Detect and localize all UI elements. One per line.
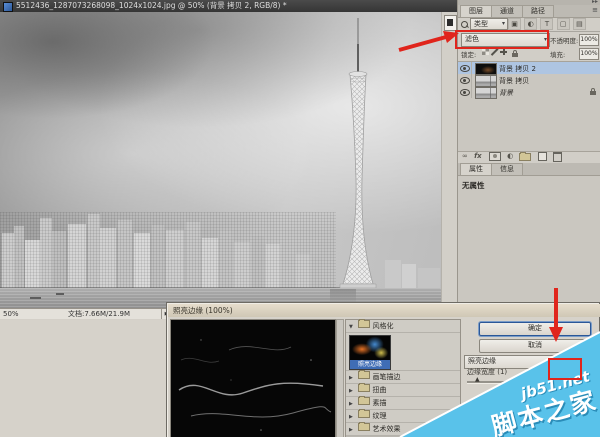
lock-all-icon[interactable]: [512, 53, 518, 57]
doc-size-field: 文档:7.66M/21.9M: [37, 309, 162, 319]
filter-shape-icon[interactable]: ▢: [557, 18, 570, 30]
thumbnail-caption: 照亮边缘: [350, 360, 390, 369]
image-canvas[interactable]: [0, 12, 441, 308]
filter-image-icon[interactable]: ▣: [508, 18, 521, 30]
layers-panel-footer: ∞ fx ◐: [458, 150, 600, 164]
folder-icon: [358, 397, 370, 405]
visibility-toggle[interactable]: [458, 74, 472, 86]
photoshop-window: 5512436_1287073268098_1024x1024.jpg @ 50…: [0, 0, 600, 437]
zoom-field[interactable]: 50%: [0, 309, 40, 319]
folder-icon: [358, 410, 370, 418]
lock-position-icon[interactable]: [500, 48, 507, 55]
filter-adjustment-icon[interactable]: ◐: [524, 18, 537, 30]
delete-layer-icon[interactable]: [553, 152, 562, 162]
opacity-value[interactable]: 100%: [579, 34, 599, 46]
tab-channels[interactable]: 通道: [491, 5, 523, 17]
document-title: 5512436_1287073268098_1024x1024.jpg @ 50…: [16, 0, 287, 12]
edge-width-slider[interactable]: ▲: [467, 381, 533, 384]
folder-icon: [358, 384, 370, 392]
edge-width-value[interactable]: [553, 364, 578, 377]
layer-filter-row: 类型 ▾ ▣ ◐ T ▢ ▤: [458, 17, 600, 32]
glowing-edges-dialog: 照亮边缘 (100%) ▼ 风格化 照亮边缘: [166, 302, 600, 437]
lock-label: 锁定:: [461, 49, 476, 59]
chevron-right-icon: ▶: [349, 398, 356, 410]
lock-pixels-icon[interactable]: [491, 48, 498, 55]
collapsed-panel-icon[interactable]: [444, 15, 457, 31]
new-layer-icon[interactable]: [538, 152, 547, 161]
boat: [56, 293, 64, 295]
blend-mode-select[interactable]: 滤色 ▾: [461, 33, 550, 47]
chevron-down-icon: ▼: [349, 321, 356, 333]
tab-layers[interactable]: 图层: [460, 5, 492, 17]
fill-label: 填充:: [550, 49, 565, 59]
stylize-items: 照亮边缘: [346, 333, 460, 371]
fill-value[interactable]: 100%: [579, 48, 599, 60]
chevron-down-icon: ▾: [544, 34, 547, 45]
layer-row-bg-copy[interactable]: 背景 拷贝: [458, 74, 600, 86]
visibility-toggle[interactable]: [458, 62, 472, 74]
boat: [30, 297, 41, 299]
glowing-edges-thumbnail[interactable]: 照亮边缘: [349, 335, 391, 370]
link-layers-icon[interactable]: ∞: [462, 150, 468, 162]
layer-name[interactable]: 背景 拷贝: [499, 76, 529, 86]
layer-row-background[interactable]: 背景: [458, 86, 600, 98]
folder-icon: [358, 320, 370, 328]
filter-smart-icon[interactable]: ▤: [573, 18, 586, 30]
panel-menu-icon[interactable]: ≡: [592, 6, 598, 14]
properties-panel-tabs: 属性 信息: [458, 163, 600, 176]
eye-icon: [460, 77, 470, 84]
category-artistic[interactable]: ▶ 艺术效果: [346, 423, 460, 436]
visibility-toggle[interactable]: [458, 86, 472, 98]
layer-list: 背景 拷贝 2 背景 拷贝 背景: [458, 61, 600, 152]
adjustment-layer-icon[interactable]: ◐: [507, 150, 513, 162]
dialog-titlebar[interactable]: 照亮边缘 (100%): [168, 304, 600, 317]
slider-handle-icon[interactable]: ▲: [475, 376, 480, 383]
eye-icon: [460, 89, 470, 96]
cancel-button[interactable]: 取消: [479, 339, 591, 353]
folder-icon: [358, 423, 370, 431]
lock-transparency-icon[interactable]: [482, 48, 489, 55]
canton-tower: [312, 14, 404, 290]
edge-width-label: 边缘宽度 (1): [467, 367, 507, 377]
chevron-right-icon: ▶: [349, 424, 356, 436]
thumbnail-image: [350, 336, 390, 360]
filter-preview[interactable]: [170, 319, 336, 437]
opacity-label: 不透明度:: [550, 35, 578, 45]
filter-category-list: ▼ 风格化 照亮边缘 ▶ 画笔描边 ▶ 扭曲 ▶: [345, 319, 461, 437]
preview-scrollbar[interactable]: [336, 319, 344, 437]
add-mask-icon[interactable]: [489, 152, 501, 161]
filter-kind-select[interactable]: 类型 ▾: [470, 18, 508, 30]
tab-info[interactable]: 信息: [491, 163, 523, 175]
layer-name[interactable]: 背景: [499, 88, 513, 98]
filter-type-icon[interactable]: T: [540, 18, 553, 30]
filter-type-icons: ▣ ◐ T ▢ ▤: [508, 18, 587, 30]
new-group-icon[interactable]: [519, 153, 531, 161]
lock-icons: [482, 48, 516, 57]
chevron-down-icon: ▾: [502, 19, 505, 29]
layer-thumbnail[interactable]: [475, 87, 497, 99]
chevron-right-icon: ▶: [349, 411, 356, 423]
chevron-right-icon: ▶: [349, 372, 356, 384]
category-stylize[interactable]: ▼ 风格化: [346, 320, 460, 333]
document-icon: [3, 2, 13, 12]
layer-name[interactable]: 背景 拷贝 2: [499, 64, 536, 74]
preview-edges: [171, 320, 335, 437]
tab-paths[interactable]: 路径: [522, 5, 554, 17]
chevron-right-icon: ▶: [349, 385, 356, 397]
ok-button[interactable]: 确定: [479, 322, 591, 336]
eye-icon: [460, 65, 470, 72]
lock-icon: [590, 91, 596, 95]
folder-icon: [358, 371, 370, 379]
tab-properties[interactable]: 属性: [460, 163, 492, 175]
search-icon: [461, 21, 468, 28]
layer-style-icon[interactable]: fx: [474, 150, 482, 162]
document-titlebar[interactable]: 5512436_1287073268098_1024x1024.jpg @ 50…: [0, 0, 457, 12]
layer-row-bg-copy2[interactable]: 背景 拷贝 2: [458, 62, 600, 74]
no-properties-text: 无属性: [458, 176, 600, 195]
